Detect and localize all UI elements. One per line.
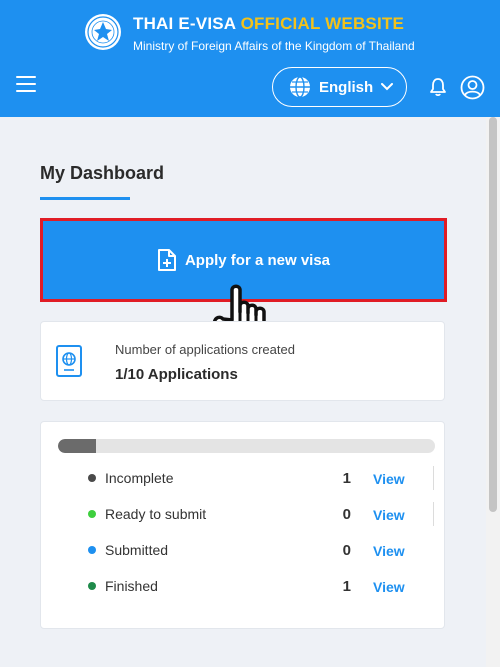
scrollbar-thumb[interactable] xyxy=(489,117,497,512)
applications-label: Number of applications created xyxy=(115,342,295,357)
thai-seal-logo xyxy=(85,14,121,50)
page-scrollbar[interactable] xyxy=(486,117,500,667)
status-count: 0 xyxy=(342,506,351,523)
language-label: English xyxy=(319,78,374,96)
status-dot xyxy=(88,546,96,554)
passport-icon xyxy=(56,345,82,377)
bell-icon[interactable] xyxy=(428,77,448,97)
status-count: 1 xyxy=(342,578,351,595)
status-row-ready-to-submit: Ready to submit 0 View xyxy=(41,498,446,534)
status-name: Incomplete xyxy=(105,470,174,486)
page-title: My Dashboard xyxy=(40,163,165,183)
user-icon[interactable] xyxy=(460,75,485,100)
applications-card: Number of applications created 1/10 Appl… xyxy=(40,321,445,401)
view-submitted-link[interactable]: View xyxy=(373,543,405,559)
status-row-incomplete: Incomplete 1 View xyxy=(41,462,446,498)
site-title: THAI E-VISA OFFICIAL WEBSITE xyxy=(133,14,405,33)
status-count: 0 xyxy=(342,542,351,559)
row-divider xyxy=(433,466,434,490)
status-dot xyxy=(88,474,96,482)
language-selector[interactable]: English xyxy=(272,67,407,107)
status-row-submitted: Submitted 0 View xyxy=(41,534,446,570)
status-card: Incomplete 1 View Ready to submit 0 View… xyxy=(40,421,445,629)
progress-fill xyxy=(58,439,96,453)
chevron-down-icon xyxy=(381,83,394,91)
status-dot xyxy=(88,510,96,518)
status-name: Ready to submit xyxy=(105,506,207,522)
title-underline xyxy=(40,197,130,200)
status-count: 1 xyxy=(342,470,351,487)
status-name: Finished xyxy=(105,578,158,594)
status-row-finished: Finished 1 View xyxy=(41,570,446,606)
status-dot xyxy=(88,582,96,590)
row-divider xyxy=(433,502,434,526)
view-incomplete-link[interactable]: View xyxy=(373,471,405,487)
apply-button-label: Apply for a new visa xyxy=(184,251,331,269)
site-header: THAI E-VISA OFFICIAL WEBSITE Ministry of… xyxy=(0,0,500,117)
site-subtitle: Ministry of Foreign Affairs of the Kingd… xyxy=(133,39,415,53)
applications-count: 1/10 Applications xyxy=(115,366,238,383)
status-name: Submitted xyxy=(105,542,169,558)
hamburger-menu-icon[interactable] xyxy=(16,76,38,96)
add-document-icon xyxy=(157,249,176,271)
globe-icon xyxy=(290,76,310,98)
view-finished-link[interactable]: View xyxy=(373,579,405,595)
view-ready-to-submit-link[interactable]: View xyxy=(373,507,405,523)
applications-progress-bar xyxy=(58,439,435,453)
